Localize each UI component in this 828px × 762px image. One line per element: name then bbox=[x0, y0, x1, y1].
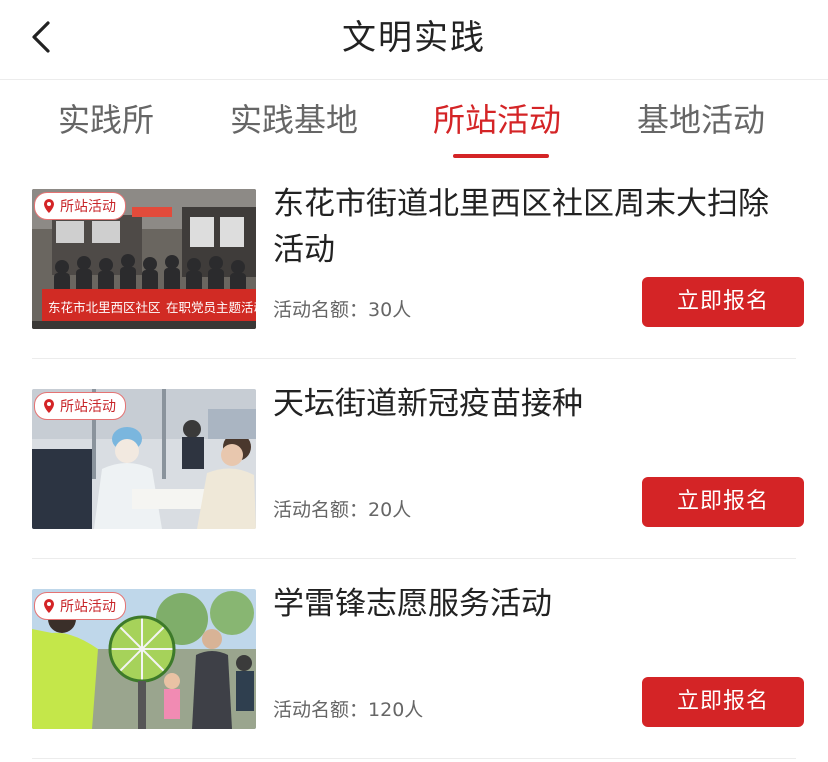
tab-practice-base[interactable]: 实践基地 bbox=[230, 98, 358, 142]
tab-bar: 实践所 实践基地 所站活动 基地活动 bbox=[0, 80, 828, 158]
signup-button[interactable]: 立即报名 bbox=[642, 277, 804, 327]
location-pin-icon bbox=[44, 199, 54, 213]
activity-badge: 所站活动 bbox=[34, 192, 126, 220]
badge-label: 所站活动 bbox=[60, 599, 116, 615]
tab-practice-station[interactable]: 实践所 bbox=[58, 98, 154, 142]
banner-right-text: 在职党员主题活动 bbox=[166, 300, 256, 315]
activity-card[interactable]: 东花市北里西区社区 在职党员主题活动 所站活动 东花市街道北里西区社区周末大扫除… bbox=[0, 159, 828, 359]
location-pin-icon bbox=[44, 399, 54, 413]
quota-value: 30人 bbox=[368, 299, 412, 321]
quota-label: 活动名额： bbox=[273, 699, 369, 721]
badge-label: 所站活动 bbox=[60, 399, 116, 415]
activity-card[interactable]: 所站活动 天坛街道新冠疫苗接种 活动名额：20人 立即报名 bbox=[0, 359, 828, 559]
tab-base-activities[interactable]: 基地活动 bbox=[637, 98, 765, 142]
activity-list: 东花市北里西区社区 在职党员主题活动 所站活动 东花市街道北里西区社区周末大扫除… bbox=[0, 159, 828, 759]
activity-title[interactable]: 天坛街道新冠疫苗接种 bbox=[273, 381, 798, 427]
quota-text: 活动名额：30人 bbox=[273, 295, 411, 322]
activity-thumbnail[interactable]: 所站活动 bbox=[32, 589, 256, 729]
signup-button[interactable]: 立即报名 bbox=[642, 477, 804, 527]
active-tab-indicator bbox=[453, 154, 549, 158]
quota-label: 活动名额： bbox=[273, 299, 369, 321]
quota-value: 120人 bbox=[368, 699, 424, 721]
tab-station-activities[interactable]: 所站活动 bbox=[433, 98, 561, 142]
top-nav-bar: 文明实践 bbox=[0, 0, 828, 80]
activity-card[interactable]: 所站活动 学雷锋志愿服务活动 活动名额：120人 立即报名 bbox=[0, 559, 828, 759]
activity-badge: 所站活动 bbox=[34, 592, 126, 620]
location-pin-icon bbox=[44, 599, 54, 613]
banner-left-text: 东花市北里西区社区 bbox=[48, 300, 161, 315]
activity-badge: 所站活动 bbox=[34, 392, 126, 420]
quota-label: 活动名额： bbox=[273, 499, 369, 521]
activity-thumbnail[interactable]: 东花市北里西区社区 在职党员主题活动 所站活动 bbox=[32, 189, 256, 329]
divider bbox=[32, 758, 796, 759]
activity-title[interactable]: 学雷锋志愿服务活动 bbox=[273, 581, 798, 627]
page-title: 文明实践 bbox=[342, 18, 486, 58]
signup-button[interactable]: 立即报名 bbox=[642, 677, 804, 727]
activity-thumbnail[interactable]: 所站活动 bbox=[32, 389, 256, 529]
quota-value: 20人 bbox=[368, 499, 412, 521]
quota-text: 活动名额：20人 bbox=[273, 495, 411, 522]
activity-title[interactable]: 东花市街道北里西区社区周末大扫除活动 bbox=[273, 181, 798, 273]
badge-label: 所站活动 bbox=[60, 199, 116, 215]
quota-text: 活动名额：120人 bbox=[273, 695, 423, 722]
